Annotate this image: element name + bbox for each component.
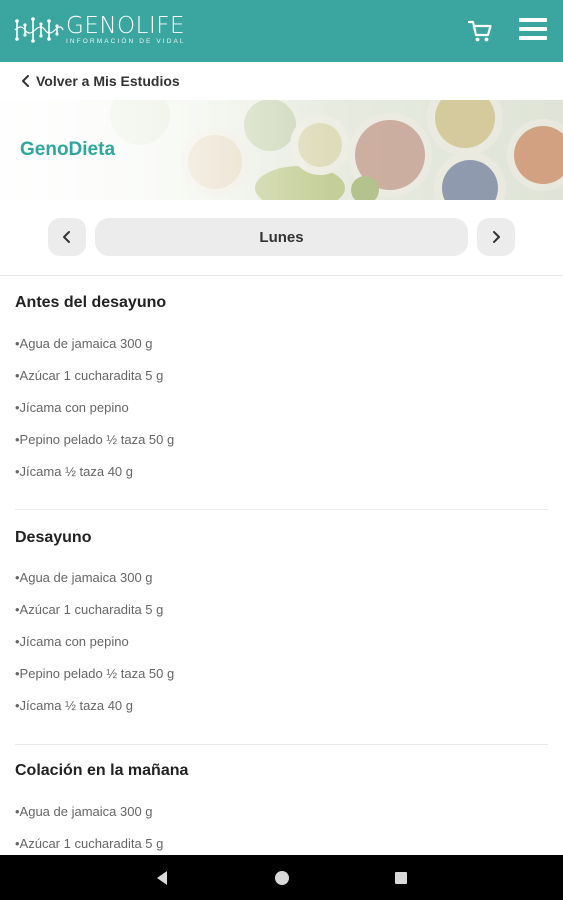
meal-item: •Azúcar 1 cucharadita 5 g xyxy=(15,368,164,383)
meal-section-title: Antes del desayuno xyxy=(15,294,167,311)
current-day-pill[interactable]: Lunes xyxy=(95,218,468,256)
cart-button[interactable] xyxy=(466,17,494,45)
app-header: GENOLIFE INFORMACIÓN DE VIDAL xyxy=(0,0,563,62)
system-back-icon[interactable] xyxy=(153,869,171,887)
logo-text: GENOLIFE INFORMACIÓN DE VIDAL xyxy=(66,12,186,46)
brand-tagline: INFORMACIÓN DE VIDAL xyxy=(66,37,186,45)
menu-button[interactable] xyxy=(519,18,547,44)
meal-item: •Pepino pelado ½ taza 50 g xyxy=(15,432,175,447)
chevron-left-icon xyxy=(63,231,70,243)
chevron-left-icon xyxy=(22,75,29,87)
hamburger-menu-icon xyxy=(519,36,547,40)
dna-logo-icon xyxy=(14,17,64,43)
meal-plan-list[interactable]: Antes del desayuno •Agua de jamaica 300 … xyxy=(0,277,563,855)
back-to-studies-link[interactable]: Volver a Mis Estudios xyxy=(0,62,563,100)
meal-item: •Agua de jamaica 300 g xyxy=(15,570,153,585)
hamburger-menu-icon xyxy=(519,18,547,22)
chevron-right-icon xyxy=(493,231,500,243)
next-day-button[interactable] xyxy=(477,218,515,256)
meal-item: •Azúcar 1 cucharadita 5 g xyxy=(15,836,164,851)
meal-item: •Agua de jamaica 300 g xyxy=(15,804,153,819)
meal-section-title: Colación en la mañana xyxy=(15,762,189,779)
meal-section-title: Desayuno xyxy=(15,529,92,546)
system-home-icon[interactable] xyxy=(273,869,291,887)
hamburger-menu-icon xyxy=(519,27,547,31)
back-link-label: Volver a Mis Estudios xyxy=(36,73,180,89)
meal-item: •Agua de jamaica 300 g xyxy=(15,336,153,351)
hero-banner: GenoDieta xyxy=(0,100,563,200)
day-selector: Lunes xyxy=(0,200,563,276)
meal-item: •Jícama con pepino xyxy=(15,400,129,415)
section-divider xyxy=(15,744,548,745)
brand-name: GENOLIFE xyxy=(66,12,186,39)
genolife-logo[interactable]: GENOLIFE INFORMACIÓN DE VIDAL xyxy=(14,12,186,48)
system-navigation-bar xyxy=(0,855,563,900)
meal-item: •Jícama ½ taza 40 g xyxy=(15,464,134,479)
previous-day-button[interactable] xyxy=(48,218,86,256)
meal-item: •Pepino pelado ½ taza 50 g xyxy=(15,666,175,681)
meal-item: •Jícama con pepino xyxy=(15,634,129,649)
page-title: GenoDieta xyxy=(20,139,116,160)
system-recents-icon[interactable] xyxy=(393,870,409,886)
section-divider xyxy=(15,509,548,510)
meal-item: •Jícama ½ taza 40 g xyxy=(15,698,134,713)
meal-item: •Azúcar 1 cucharadita 5 g xyxy=(15,602,164,617)
cart-icon xyxy=(467,20,492,42)
